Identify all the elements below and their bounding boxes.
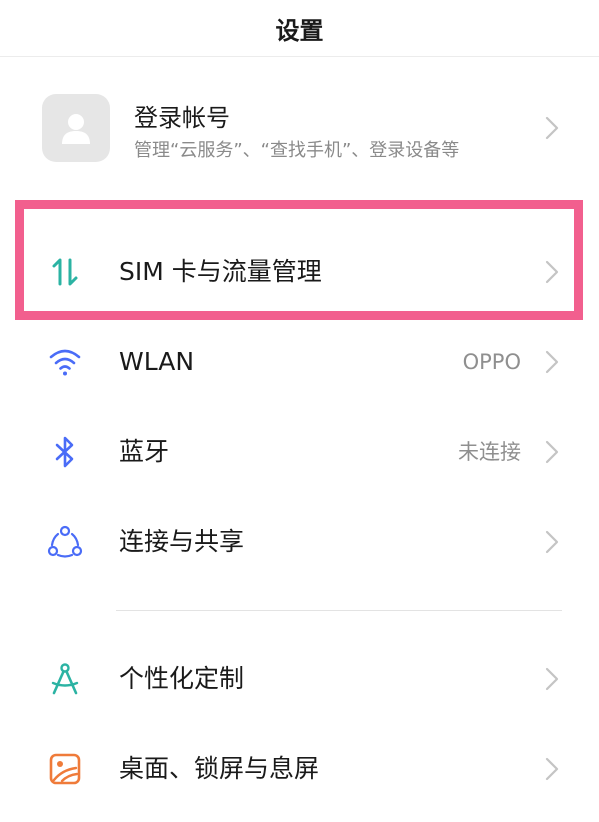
bluetooth-label: 蓝牙 (119, 437, 170, 466)
wlan-value: OPPO (462, 350, 521, 374)
bluetooth-value: 未连接 (458, 440, 521, 464)
wallpaper-icon (44, 748, 86, 790)
title-bar: 设置 (0, 0, 599, 57)
bluetooth-icon (44, 431, 86, 473)
chevron-right-icon (545, 440, 559, 464)
sim-data-icon (44, 251, 86, 293)
chevron-right-icon (545, 757, 559, 781)
page-title: 设置 (275, 16, 324, 45)
wlan-row[interactable]: WLAN OPPO (0, 317, 599, 407)
avatar (42, 94, 110, 162)
wlan-label: WLAN (119, 347, 195, 376)
account-row[interactable]: 登录帐号 管理“云服务”、“查找手机”、登录设备等 (0, 76, 599, 180)
connection-share-row[interactable]: 连接与共享 (0, 497, 599, 587)
section-divider (116, 610, 562, 611)
personalization-label: 个性化定制 (119, 664, 245, 693)
sim-data-row[interactable]: SIM 卡与流量管理 (0, 227, 599, 317)
sim-data-label: SIM 卡与流量管理 (119, 257, 322, 286)
wallpaper-label: 桌面、锁屏与息屏 (119, 754, 320, 783)
wifi-icon (44, 341, 86, 383)
connection-share-icon (44, 521, 86, 563)
chevron-right-icon (545, 260, 559, 284)
account-subtitle: 管理“云服务”、“查找手机”、登录设备等 (134, 140, 460, 161)
chevron-right-icon (545, 116, 559, 140)
bluetooth-row[interactable]: 蓝牙 未连接 (0, 407, 599, 497)
personalization-row[interactable]: 个性化定制 (0, 634, 599, 724)
chevron-right-icon (545, 530, 559, 554)
user-icon (62, 114, 90, 144)
account-title: 登录帐号 (134, 104, 230, 132)
chevron-right-icon (545, 667, 559, 691)
personalization-icon (44, 658, 86, 700)
chevron-right-icon (545, 350, 559, 374)
wallpaper-row[interactable]: 桌面、锁屏与息屏 (0, 724, 599, 814)
connection-share-label: 连接与共享 (119, 527, 245, 556)
